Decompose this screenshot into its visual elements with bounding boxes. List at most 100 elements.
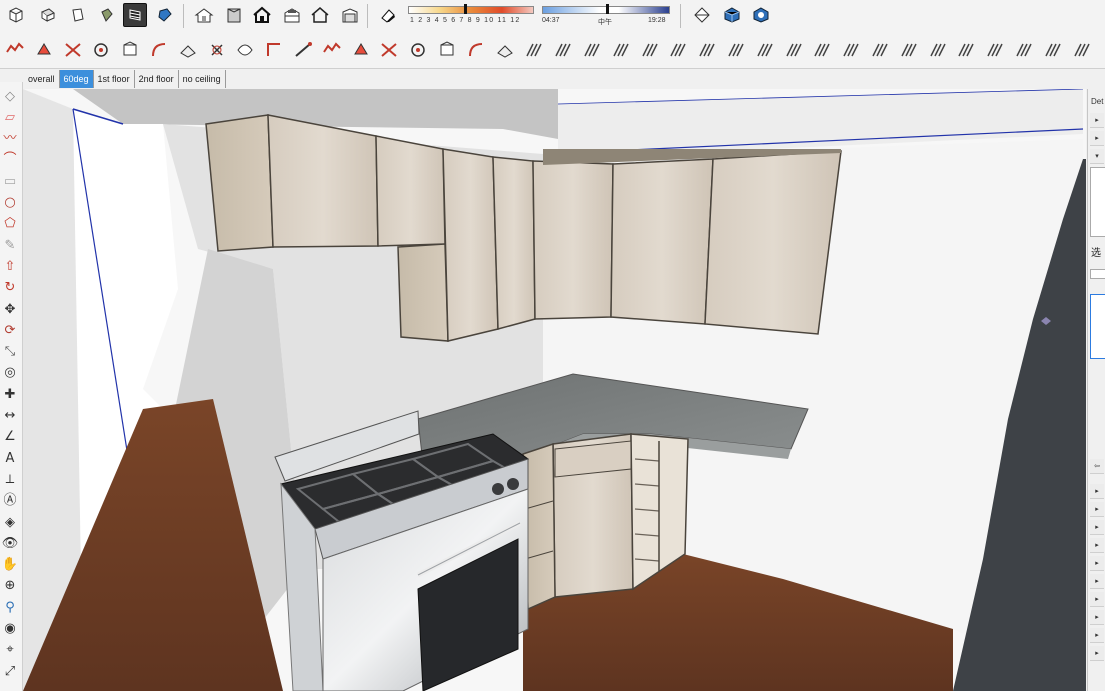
hidden-line-style-icon[interactable] — [280, 3, 304, 27]
plugin-tool-icon[interactable] — [896, 38, 920, 62]
zoom-tool-icon[interactable]: ⊕ — [0, 575, 21, 597]
plugin-tool-icon[interactable] — [291, 38, 315, 62]
plugin-tool-icon[interactable] — [349, 38, 373, 62]
circle-tool-icon[interactable]: ○ — [0, 192, 21, 214]
axes-tool-icon[interactable]: ⟂ — [0, 468, 21, 490]
plugin-tool-icon[interactable] — [176, 38, 200, 62]
back-view-icon[interactable] — [123, 3, 147, 27]
plugin-tool-icon[interactable] — [867, 38, 891, 62]
plugin-tool-icon[interactable] — [809, 38, 833, 62]
plugin-tool-icon[interactable] — [953, 38, 977, 62]
plugin-tool-icon[interactable] — [320, 38, 344, 62]
top-view-icon[interactable] — [36, 3, 60, 27]
tray-expand-icon[interactable]: ▸ — [1090, 646, 1104, 661]
plugin-tool-icon[interactable] — [665, 38, 689, 62]
wireframe-style-icon[interactable] — [250, 3, 274, 27]
plugin-tool-icon[interactable] — [982, 38, 1006, 62]
offset-tool-icon[interactable]: ◎ — [0, 362, 21, 384]
tape-tool-icon[interactable]: ✚ — [0, 383, 21, 405]
3dtext-tool-icon[interactable]: Ⓐ — [0, 490, 21, 512]
tray-preview-box[interactable] — [1090, 167, 1105, 237]
plugin-tool-icon[interactable] — [3, 38, 27, 62]
tray-expand-icon[interactable]: ▸ — [1090, 502, 1104, 517]
model-viewport[interactable] — [23, 89, 1086, 691]
zoom-extents-icon[interactable]: ⤢ — [0, 660, 21, 682]
section-plane-icon[interactable] — [690, 3, 714, 27]
plugin-tool-icon[interactable] — [608, 38, 632, 62]
plugin-tool-icon[interactable] — [89, 38, 113, 62]
plugin-tool-icon[interactable] — [118, 38, 142, 62]
plugin-tool-icon[interactable] — [579, 38, 603, 62]
tray-expand-icon[interactable]: ▸ — [1090, 574, 1104, 589]
tray-expand-icon[interactable]: ▸ — [1090, 520, 1104, 535]
plugin-tool-icon[interactable] — [147, 38, 171, 62]
iso-view-icon[interactable] — [4, 3, 28, 27]
protractor-tool-icon[interactable]: ∠ — [0, 426, 21, 448]
walk-tool-icon[interactable]: ⚲ — [0, 596, 21, 618]
tray-expand-icon[interactable]: ▸ — [1090, 538, 1104, 553]
plugin-tool-icon[interactable] — [493, 38, 517, 62]
tray-back-icon[interactable]: ⇦ — [1090, 459, 1104, 474]
tray-expand-icon[interactable]: ▸ — [1090, 610, 1104, 625]
xray-style-icon[interactable] — [192, 3, 216, 27]
tray-expand-icon[interactable]: ▸ — [1090, 628, 1104, 643]
move-tool-icon[interactable]: ✥ — [0, 298, 21, 320]
plugin-tool-icon[interactable] — [550, 38, 574, 62]
section-display-icon[interactable] — [720, 3, 744, 27]
shadow-month-slider[interactable]: 1 2 3 4 5 6 7 8 9 10 11 12 — [406, 3, 534, 29]
paint-tool-icon[interactable]: ◈ — [0, 511, 21, 533]
eraser-tool-icon[interactable]: ▱ — [0, 106, 21, 128]
tray-expand-icon[interactable]: ▸ — [1090, 131, 1104, 146]
scene-tab-overall[interactable]: overall — [24, 70, 60, 88]
plugin-tool-icon[interactable] — [1011, 38, 1035, 62]
section-cut-icon[interactable] — [749, 3, 773, 27]
monochrome-style-icon[interactable] — [376, 3, 400, 27]
plugin-tool-icon[interactable] — [521, 38, 545, 62]
plugin-tool-icon[interactable] — [925, 38, 949, 62]
followme-tool-icon[interactable]: ↻ — [0, 277, 21, 299]
lookaround-tool-icon[interactable]: ◉ — [0, 618, 21, 640]
plugin-tool-icon[interactable] — [377, 38, 401, 62]
tray-field[interactable] — [1090, 269, 1105, 279]
scene-tab-1st-floor[interactable]: 1st floor — [94, 70, 135, 88]
position-camera-icon[interactable]: ⌖ — [0, 639, 21, 661]
scene-tab-60deg[interactable]: 60deg — [59, 70, 94, 88]
plugin-tool-icon[interactable] — [32, 38, 56, 62]
tray-expand-icon[interactable]: ▸ — [1090, 484, 1104, 499]
front-view-icon[interactable] — [66, 3, 90, 27]
text-tool-icon[interactable]: A — [0, 447, 21, 469]
month-slider-thumb[interactable] — [464, 4, 467, 14]
shadow-time-slider[interactable]: 04:37 中午 19:28 — [540, 3, 670, 29]
back-edges-style-icon[interactable] — [222, 3, 246, 27]
plugin-tool-icon[interactable] — [637, 38, 661, 62]
select-tool-icon[interactable]: ◇ — [0, 85, 21, 107]
dimension-tool-icon[interactable]: ↔ — [0, 405, 21, 427]
plugin-tool-icon[interactable] — [435, 38, 459, 62]
plugin-tool-icon[interactable] — [262, 38, 286, 62]
scale-tool-icon[interactable]: ⤡ — [0, 341, 21, 363]
plugin-tool-icon[interactable] — [694, 38, 718, 62]
plugin-tool-icon[interactable] — [233, 38, 257, 62]
tray-material-swatch[interactable] — [1090, 294, 1105, 359]
scene-tab-2nd-floor[interactable]: 2nd floor — [135, 70, 179, 88]
rectangle-tool-icon[interactable]: ▭ — [0, 170, 21, 192]
left-view-icon[interactable] — [153, 3, 177, 27]
polygon-tool-icon[interactable]: ⬠ — [0, 213, 21, 235]
shaded-style-icon[interactable] — [308, 3, 332, 27]
orbit-tool-icon[interactable]: 👁 — [0, 532, 21, 554]
line-tool-icon[interactable]: 〰 — [0, 128, 21, 150]
tray-collapse-icon[interactable]: ▾ — [1090, 149, 1104, 164]
plugin-tool-icon[interactable] — [838, 38, 862, 62]
tray-expand-icon[interactable]: ▸ — [1090, 592, 1104, 607]
pan-tool-icon[interactable]: ✋ — [0, 554, 21, 576]
plugin-tool-icon[interactable] — [464, 38, 488, 62]
time-slider-thumb[interactable] — [606, 4, 609, 14]
freehand-tool-icon[interactable]: ✎ — [0, 234, 21, 256]
pushpull-tool-icon[interactable]: ⇧ — [0, 255, 21, 277]
plugin-tool-icon[interactable] — [781, 38, 805, 62]
shaded-textures-style-icon[interactable] — [338, 3, 362, 27]
tray-expand-icon[interactable]: ▸ — [1090, 556, 1104, 571]
plugin-tool-icon[interactable] — [61, 38, 85, 62]
plugin-tool-icon[interactable] — [1069, 38, 1093, 62]
plugin-tool-icon[interactable] — [406, 38, 430, 62]
